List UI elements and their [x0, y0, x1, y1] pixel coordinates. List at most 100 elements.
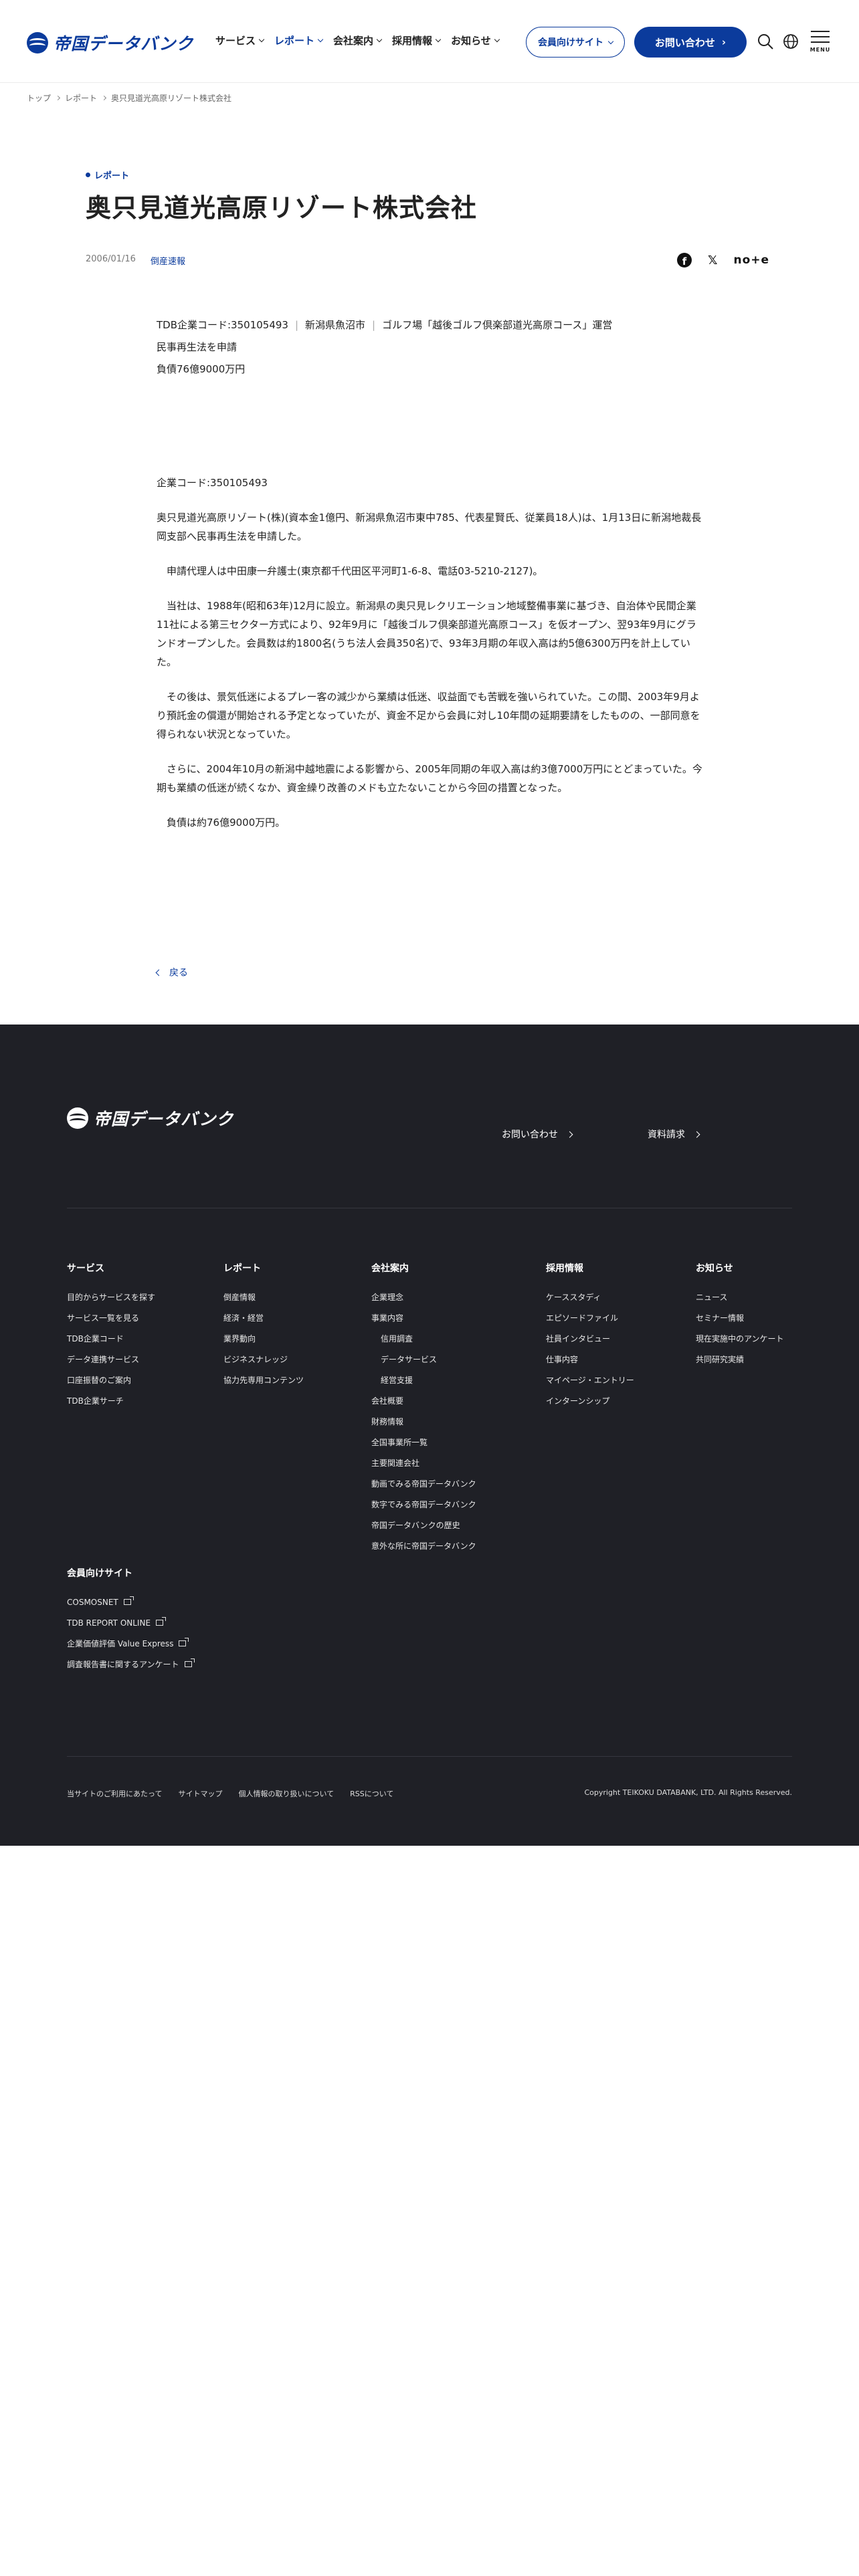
x-share-button[interactable]: 𝕏 [708, 253, 718, 267]
summary-procedure: 民事再生法を申請 [157, 341, 237, 353]
footer-link[interactable]: 共同研究実績 [696, 1353, 784, 1374]
globe-icon [783, 34, 798, 49]
footer-member-link[interactable]: 企業価値評価 Value Express [67, 1633, 192, 1654]
footer-link[interactable]: セミナー情報 [696, 1311, 784, 1332]
member-link-label: COSMOSNET [67, 1597, 118, 1607]
footer-link[interactable]: 業界動向 [223, 1332, 304, 1353]
footer-sublink[interactable]: 経営支援 [371, 1374, 476, 1394]
footer-column-heading[interactable]: サービス [67, 1261, 155, 1275]
share-buttons: f 𝕏 no+e [677, 253, 769, 267]
summary-code: TDB企業コード:350105493 [157, 319, 288, 331]
footer-link[interactable]: 倒産情報 [223, 1291, 304, 1311]
footer-sublink[interactable]: 信用調査 [371, 1332, 476, 1353]
footer-link[interactable]: 協力先専用コンテンツ [223, 1374, 304, 1394]
nav-label: サービス [215, 35, 256, 47]
breadcrumb-current: 奥只見道光高原リゾート株式会社 [111, 94, 232, 103]
nav-item-news[interactable]: お知らせ [451, 33, 500, 47]
contact-button[interactable]: お問い合わせ › [634, 27, 747, 58]
site-logo[interactable]: 帝国データバンク [27, 31, 193, 55]
footer-link[interactable]: 全国事業所一覧 [371, 1436, 476, 1457]
footer-link[interactable]: ビジネスナレッジ [223, 1353, 304, 1374]
nav-item-recruit[interactable]: 採用情報 [392, 33, 442, 47]
facebook-share-button[interactable]: f [677, 253, 692, 267]
article-paragraph: 当社は、1988年(昭和63年)12月に設立。新潟県の奥只見レクリエーション地域… [157, 600, 696, 668]
footer-link[interactable]: TDB企業コード [67, 1332, 155, 1353]
footer-column-heading[interactable]: 採用情報 [546, 1261, 634, 1275]
footer-link[interactable]: サービス一覧を見る [67, 1311, 155, 1332]
footer-link[interactable]: 財務情報 [371, 1415, 476, 1436]
footer-link[interactable]: 経済・経営 [223, 1311, 304, 1332]
footer-link[interactable]: TDB企業サーチ [67, 1394, 155, 1415]
footer-link[interactable]: 目的からサービスを探す [67, 1291, 155, 1311]
footer-link[interactable]: エピソードファイル [546, 1311, 634, 1332]
nav-item-reports[interactable]: レポート [274, 33, 324, 47]
member-site-label: 会員向けサイト [538, 37, 603, 48]
language-button[interactable] [781, 32, 800, 51]
footer-bottom-link[interactable]: 個人情報の取り扱いについて [238, 1788, 334, 1799]
footer-link[interactable]: データ連携サービス [67, 1353, 155, 1374]
divider: | [294, 319, 299, 331]
footer-link[interactable]: 動画でみる帝国データバンク [371, 1477, 476, 1498]
member-link-label: 企業価値評価 Value Express [67, 1638, 174, 1648]
footer-link[interactable]: 仕事内容 [546, 1353, 634, 1374]
footer-docs-link[interactable]: 資料請求 [648, 1128, 700, 1141]
nav-item-services[interactable]: サービス [215, 33, 265, 47]
footer-column-company: 会社案内 企業理念 事業内容 信用調査 データサービス 経営支援 会社概要 財務… [371, 1261, 476, 1560]
menu-label: MENU [809, 47, 831, 53]
back-link[interactable]: 戻る [155, 966, 188, 979]
footer-column-recruit: 採用情報 ケーススタディ エピソードファイル 社員インタビュー 仕事内容 マイペ… [546, 1261, 634, 1415]
summary-business: ゴルフ場「越後ゴルフ倶楽部道光高原コース」運営 [382, 319, 613, 331]
breadcrumb-reports[interactable]: レポート [65, 92, 97, 104]
footer-link[interactable]: 社員インタビュー [546, 1332, 634, 1353]
chevron-down-icon [494, 36, 500, 43]
footer-bottom-link[interactable]: サイトマップ [178, 1788, 222, 1799]
footer-column-heading[interactable]: レポート [223, 1261, 304, 1275]
footer-member-link[interactable]: COSMOSNET [67, 1592, 192, 1612]
logo-mark-icon [67, 1107, 88, 1129]
footer-link[interactable]: 数字でみる帝国データバンク [371, 1498, 476, 1519]
footer-docs-label: 資料請求 [648, 1130, 685, 1140]
breadcrumb-home[interactable]: トップ [27, 92, 51, 104]
page-title: 奥只見道光高原リゾート株式会社 [86, 193, 478, 223]
footer-logo[interactable]: 帝国データバンク [67, 1106, 233, 1130]
footer-member-link[interactable]: 調査報告書に関するアンケート [67, 1654, 195, 1675]
article-tag[interactable]: 倒産速報 [151, 254, 185, 267]
article-paragraph: 負債は約76億9000万円。 [157, 817, 286, 829]
article-body: 企業コード:350105493 奥只見道光高原リゾート(株)(資本金1億円、新潟… [157, 473, 702, 848]
nav-item-company[interactable]: 会社案内 [333, 33, 383, 47]
footer-contact-link[interactable]: お問い合わせ [502, 1128, 573, 1141]
footer-contact-label: お問い合わせ [502, 1130, 558, 1140]
footer-column-heading[interactable]: 会社案内 [371, 1261, 476, 1275]
footer-link[interactable]: 企業理念 [371, 1291, 476, 1311]
article-paragraph: 企業コード:350105493 [157, 477, 268, 489]
footer-bottom-link[interactable]: RSSについて [350, 1788, 393, 1799]
footer-link[interactable]: 意外な所に帝国データバンク [371, 1539, 476, 1560]
footer-divider [67, 1756, 792, 1757]
footer-link[interactable]: 口座振替のご案内 [67, 1374, 155, 1394]
footer-link[interactable]: ニュース [696, 1291, 784, 1311]
footer-link[interactable]: 事業内容 [371, 1311, 476, 1332]
footer-link[interactable]: マイページ・エントリー [546, 1374, 634, 1394]
footer-column-heading[interactable]: お知らせ [696, 1261, 784, 1275]
menu-button[interactable]: MENU [809, 31, 831, 56]
summary-city: 新潟県魚沼市 [305, 319, 366, 331]
hamburger-icon [811, 41, 830, 43]
article-meta: 2006/01/16 倒産速報 [86, 254, 185, 267]
external-link-icon [123, 1596, 134, 1605]
footer-link[interactable]: ケーススタディ [546, 1291, 634, 1311]
hamburger-icon [811, 36, 830, 37]
footer-bottom-link[interactable]: 当サイトのご利用にあたって [67, 1788, 162, 1799]
note-share-button[interactable]: no+e [734, 253, 770, 267]
footer-link[interactable]: 会社概要 [371, 1394, 476, 1415]
member-link-label: TDB REPORT ONLINE [67, 1618, 151, 1628]
footer-link[interactable]: 現在実施中のアンケート [696, 1332, 784, 1353]
external-link-icon [179, 1638, 189, 1646]
member-site-button[interactable]: 会員向けサイト [526, 27, 625, 58]
footer-sublink[interactable]: データサービス [371, 1353, 476, 1374]
footer-link[interactable]: 主要関連会社 [371, 1457, 476, 1477]
footer-link[interactable]: 帝国データバンクの歴史 [371, 1519, 476, 1539]
footer-member-link[interactable]: TDB REPORT ONLINE [67, 1612, 192, 1633]
search-button[interactable] [756, 32, 775, 51]
arrow-right-icon: › [721, 36, 727, 48]
footer-link[interactable]: インターンシップ [546, 1394, 634, 1415]
